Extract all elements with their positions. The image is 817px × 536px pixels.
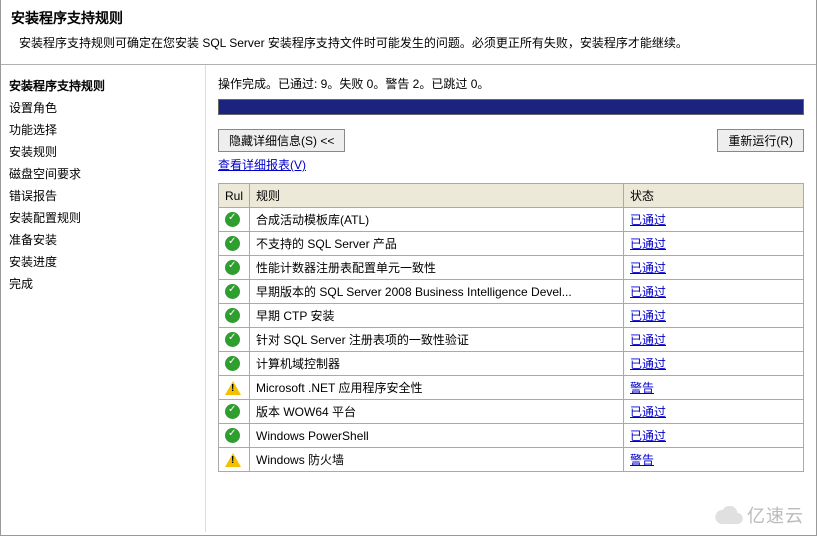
col-header-rule[interactable]: 规则 xyxy=(250,184,624,208)
main-panel: 操作完成。已通过: 9。失败 0。警告 2。已跳过 0。 隐藏详细信息(S) <… xyxy=(206,65,816,532)
pass-icon xyxy=(219,352,250,376)
rule-name: 计算机域控制器 xyxy=(250,352,624,376)
rule-name: 版本 WOW64 平台 xyxy=(250,400,624,424)
rule-name: 性能计数器注册表配置单元一致性 xyxy=(250,256,624,280)
sidebar-item-8[interactable]: 安装进度 xyxy=(9,251,197,273)
rule-name: 针对 SQL Server 注册表项的一致性验证 xyxy=(250,328,624,352)
rules-table: Rul 规则 状态 合成活动模板库(ATL)已通过不支持的 SQL Server… xyxy=(218,183,804,472)
pass-icon xyxy=(219,208,250,232)
table-row: 针对 SQL Server 注册表项的一致性验证已通过 xyxy=(219,328,804,352)
rule-name: 早期版本的 SQL Server 2008 Business Intellige… xyxy=(250,280,624,304)
table-row: 计算机域控制器已通过 xyxy=(219,352,804,376)
table-row: 版本 WOW64 平台已通过 xyxy=(219,400,804,424)
rule-name: 早期 CTP 安装 xyxy=(250,304,624,328)
status-link[interactable]: 已通过 xyxy=(630,357,666,371)
view-report-link[interactable]: 查看详细报表(V) xyxy=(218,156,306,173)
table-row: Microsoft .NET 应用程序安全性警告 xyxy=(219,376,804,400)
status-link[interactable]: 警告 xyxy=(630,453,654,467)
col-header-status[interactable]: 状态 xyxy=(624,184,804,208)
status-link[interactable]: 已通过 xyxy=(630,405,666,419)
col-header-icon[interactable]: Rul xyxy=(219,184,250,208)
sidebar-item-5[interactable]: 错误报告 xyxy=(9,185,197,207)
watermark: 亿速云 xyxy=(715,502,804,528)
sidebar: 安装程序支持规则设置角色功能选择安装规则磁盘空间要求错误报告安装配置规则准备安装… xyxy=(1,65,206,532)
table-row: 早期版本的 SQL Server 2008 Business Intellige… xyxy=(219,280,804,304)
table-row: 不支持的 SQL Server 产品已通过 xyxy=(219,232,804,256)
sidebar-item-1[interactable]: 设置角色 xyxy=(9,97,197,119)
rule-name: 合成活动模板库(ATL) xyxy=(250,208,624,232)
pass-icon xyxy=(219,232,250,256)
status-link[interactable]: 已通过 xyxy=(630,285,666,299)
sidebar-item-2[interactable]: 功能选择 xyxy=(9,119,197,141)
status-link[interactable]: 已通过 xyxy=(630,261,666,275)
hide-details-button[interactable]: 隐藏详细信息(S) << xyxy=(218,129,345,152)
rule-name: 不支持的 SQL Server 产品 xyxy=(250,232,624,256)
sidebar-item-4[interactable]: 磁盘空间要求 xyxy=(9,163,197,185)
table-row: 合成活动模板库(ATL) 已通过 xyxy=(219,208,804,232)
rule-name: Windows 防火墙 xyxy=(250,448,624,472)
pass-icon xyxy=(219,424,250,448)
status-link[interactable]: 已通过 xyxy=(630,237,666,251)
header: 安装程序支持规则 安装程序支持规则可确定在您安装 SQL Server 安装程序… xyxy=(1,0,816,65)
sidebar-item-6[interactable]: 安装配置规则 xyxy=(9,207,197,229)
status-link[interactable]: 已通过 xyxy=(630,429,666,443)
table-row: 早期 CTP 安装已通过 xyxy=(219,304,804,328)
pass-icon xyxy=(219,400,250,424)
status-link[interactable]: 警告 xyxy=(630,381,654,395)
sidebar-item-9[interactable]: 完成 xyxy=(9,273,197,295)
sidebar-item-7[interactable]: 准备安装 xyxy=(9,229,197,251)
content: 安装程序支持规则设置角色功能选择安装规则磁盘空间要求错误报告安装配置规则准备安装… xyxy=(1,65,816,532)
rule-name: Microsoft .NET 应用程序安全性 xyxy=(250,376,624,400)
page-title: 安装程序支持规则 xyxy=(11,8,806,28)
progress-bar xyxy=(218,99,804,115)
warn-icon xyxy=(219,376,250,400)
table-row: Windows 防火墙警告 xyxy=(219,448,804,472)
rule-name: Windows PowerShell xyxy=(250,424,624,448)
cloud-icon xyxy=(715,506,743,524)
pass-icon xyxy=(219,304,250,328)
pass-icon xyxy=(219,280,250,304)
status-link[interactable]: 已通过 xyxy=(630,309,666,323)
status-text: 操作完成。已通过: 9。失败 0。警告 2。已跳过 0。 xyxy=(218,75,804,93)
page-description: 安装程序支持规则可确定在您安装 SQL Server 安装程序支持文件时可能发生… xyxy=(11,34,806,52)
sidebar-item-3[interactable]: 安装规则 xyxy=(9,141,197,163)
rerun-button[interactable]: 重新运行(R) xyxy=(717,129,804,152)
warn-icon xyxy=(219,448,250,472)
table-row: 性能计数器注册表配置单元一致性已通过 xyxy=(219,256,804,280)
pass-icon xyxy=(219,256,250,280)
pass-icon xyxy=(219,328,250,352)
table-row: Windows PowerShell 已通过 xyxy=(219,424,804,448)
sidebar-item-0[interactable]: 安装程序支持规则 xyxy=(9,75,197,97)
status-link[interactable]: 已通过 xyxy=(630,213,666,227)
status-link[interactable]: 已通过 xyxy=(630,333,666,347)
